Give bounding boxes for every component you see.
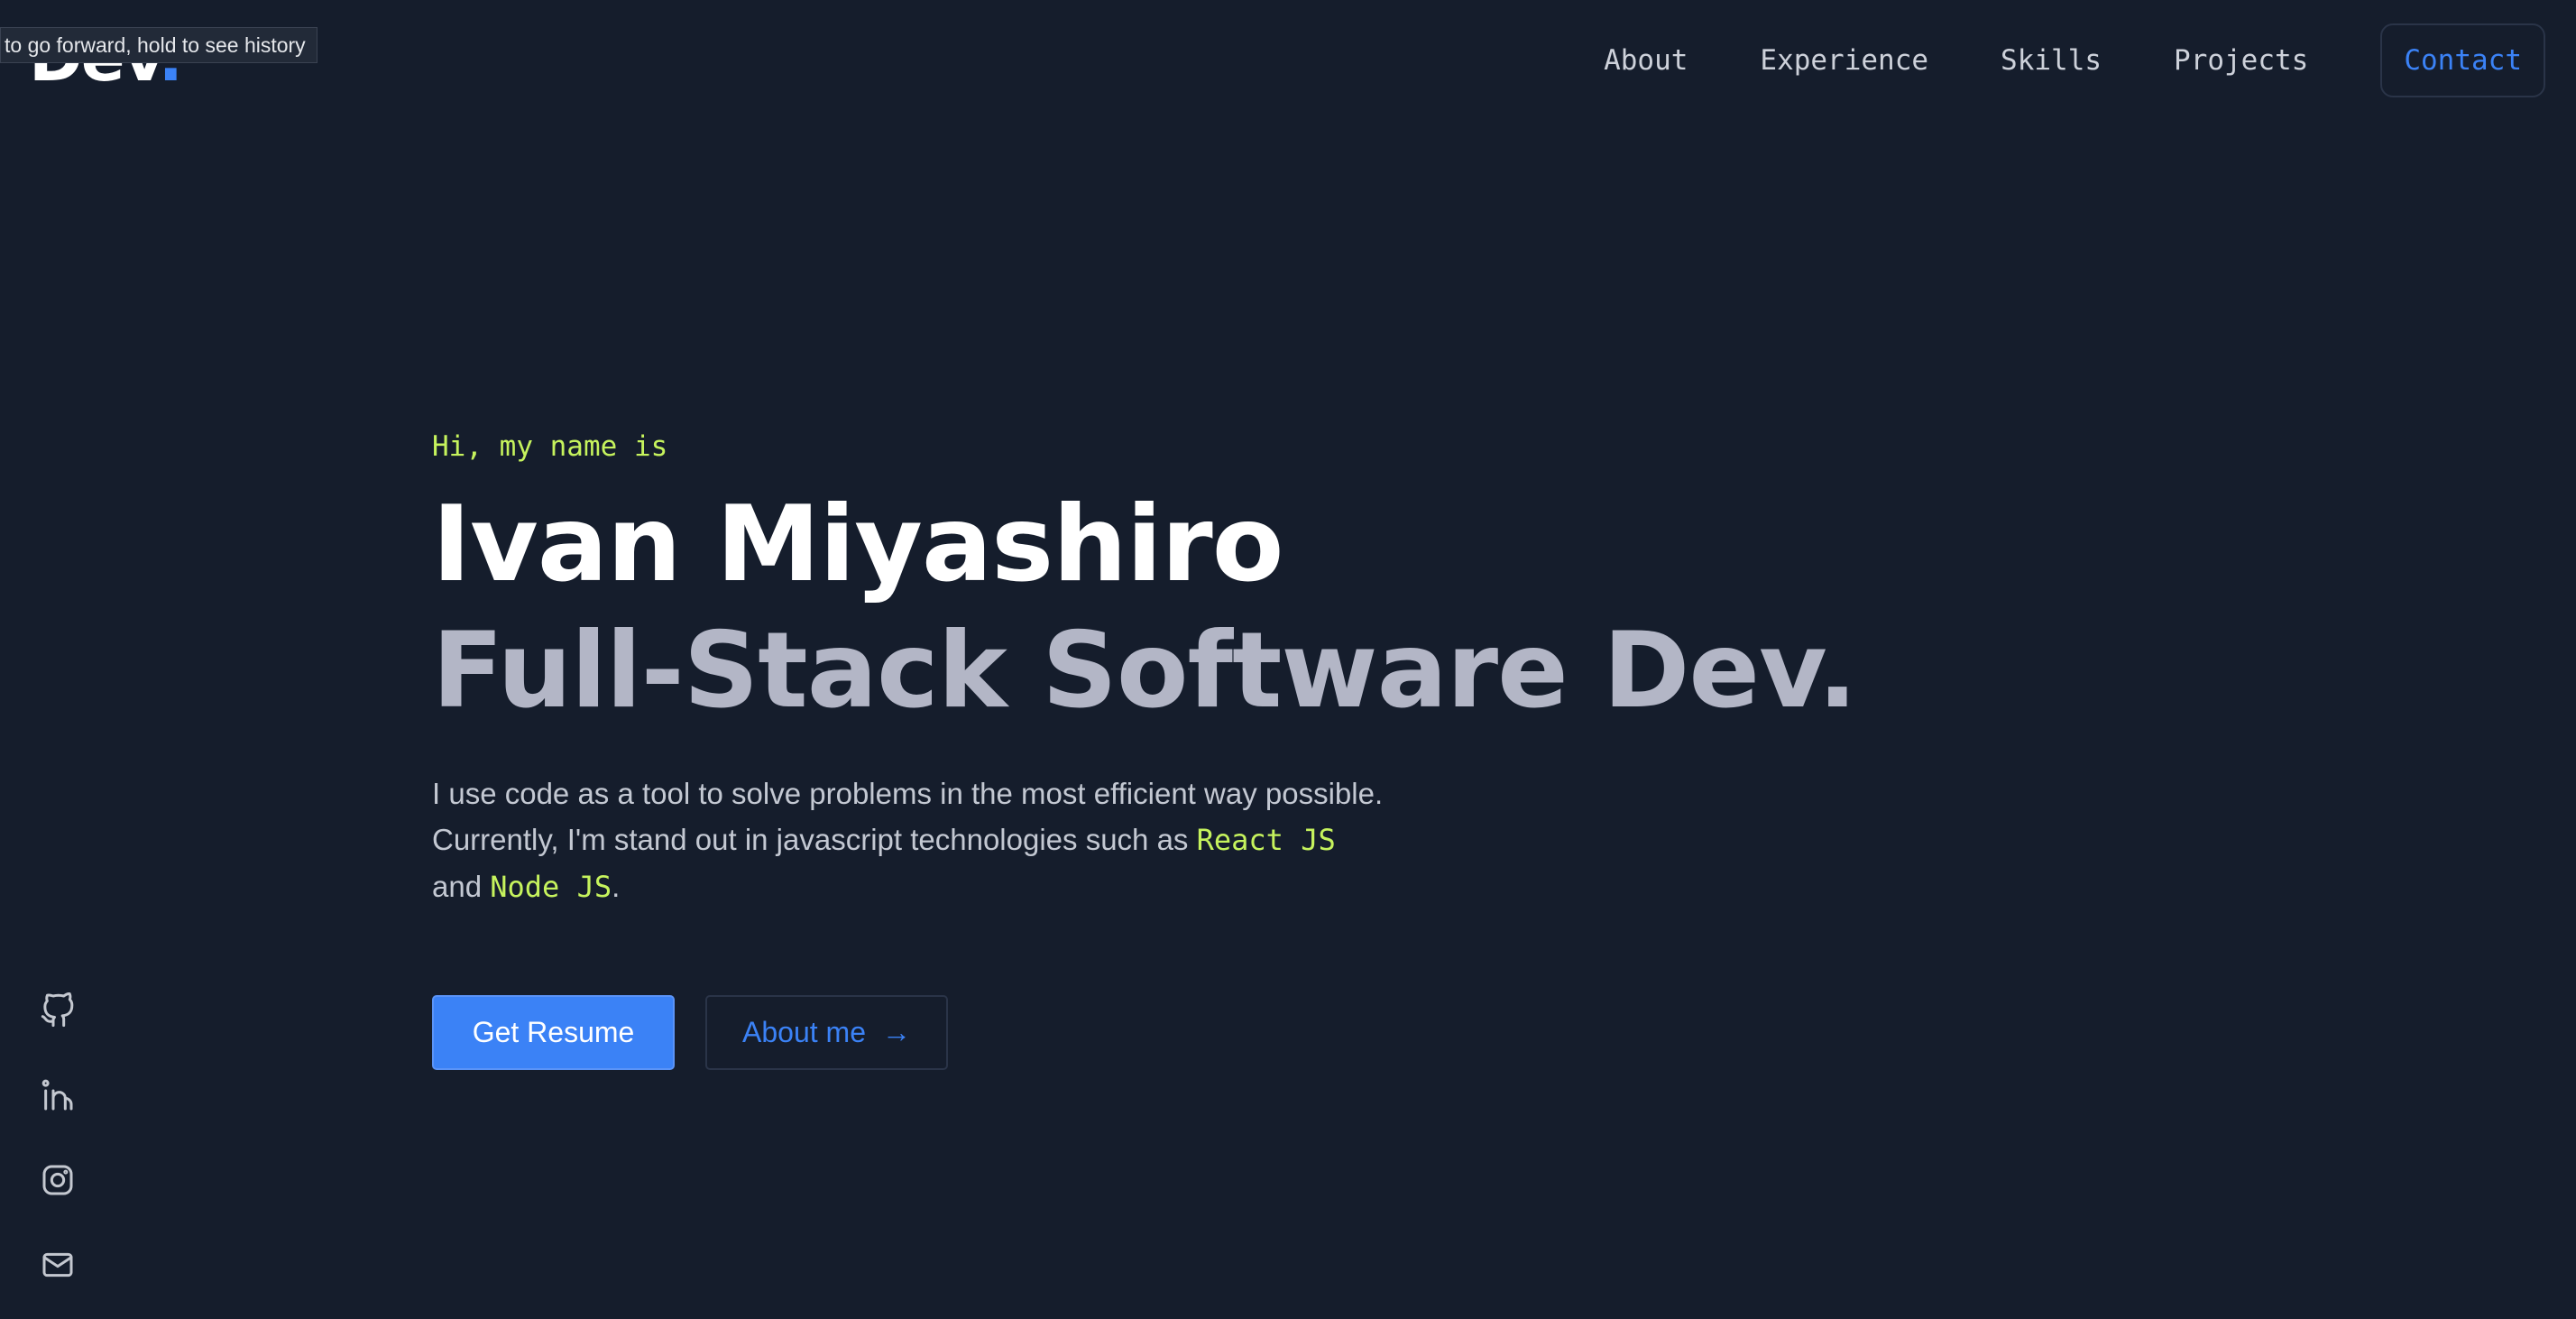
nav-projects[interactable]: Projects — [2174, 44, 2308, 77]
get-resume-button[interactable]: Get Resume — [432, 995, 675, 1070]
main-nav: About Experience Skills Projects Contact — [1604, 23, 2545, 97]
instagram-icon[interactable] — [40, 1162, 76, 1198]
page: Dev. to go forward, hold to see history … — [0, 0, 2576, 1319]
desc-line-1: I use code as a tool to solve problems i… — [432, 777, 1384, 810]
arrow-right-icon: → — [881, 1016, 911, 1048]
hero-role: Full-Stack Software Dev. — [432, 610, 1857, 732]
hero-greeting: Hi, my name is — [432, 430, 668, 463]
hero-description: I use code as a tool to solve problems i… — [432, 770, 1478, 910]
nav-experience[interactable]: Experience — [1760, 44, 1928, 77]
linkedin-icon[interactable] — [40, 1077, 76, 1113]
desc-period: . — [612, 870, 621, 903]
about-me-label: About me — [742, 1016, 866, 1048]
github-icon[interactable] — [40, 992, 76, 1028]
social-links — [40, 992, 76, 1283]
about-me-button[interactable]: About me → — [705, 995, 948, 1070]
hero-actions: Get Resume About me → — [432, 995, 948, 1070]
hero-name: Ivan Miyashiro — [432, 484, 1283, 605]
nav-about[interactable]: About — [1604, 44, 1688, 77]
desc-line-2: Currently, I'm stand out in javascript t… — [432, 823, 1197, 856]
mail-icon[interactable] — [40, 1247, 76, 1283]
desc-line-3: and — [432, 870, 491, 903]
tech-node: Node JS — [490, 870, 612, 904]
contact-button[interactable]: Contact — [2380, 23, 2545, 97]
hero-section: Hi, my name is Ivan Miyashiro Full-Stack… — [432, 424, 1965, 910]
tech-react: React JS — [1196, 823, 1336, 857]
browser-tooltip: to go forward, hold to see history — [0, 27, 317, 63]
nav-skills[interactable]: Skills — [2001, 44, 2102, 77]
